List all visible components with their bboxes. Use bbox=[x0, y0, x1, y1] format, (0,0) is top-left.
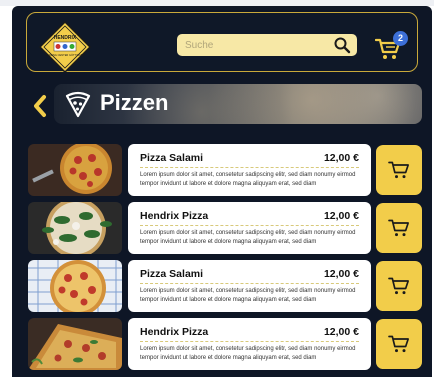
cart-icon bbox=[388, 277, 409, 295]
card-divider bbox=[140, 283, 359, 284]
product-card[interactable]: Pizza Salami 12,00 € Lorem ipsum dolor s… bbox=[128, 260, 371, 312]
back-chevron-icon[interactable] bbox=[32, 94, 48, 118]
category-banner: Pizzen bbox=[54, 84, 422, 124]
product-name: Pizza Salami bbox=[140, 152, 204, 164]
app-screen: HENDRIX KARLING CENTER GÖTTINGEN 2 bbox=[12, 6, 432, 377]
search-bar bbox=[177, 34, 357, 56]
product-price: 12,00 € bbox=[323, 152, 359, 164]
product-image[interactable] bbox=[28, 144, 122, 196]
product-image[interactable] bbox=[28, 260, 122, 312]
product-row: Pizza Salami 12,00 € Lorem ipsum dolor s… bbox=[28, 144, 428, 196]
search-input[interactable] bbox=[177, 35, 327, 55]
add-to-cart-button[interactable] bbox=[376, 261, 422, 311]
pizza-salami-image bbox=[28, 144, 122, 196]
cart-count-badge: 2 bbox=[393, 31, 408, 46]
header-bar: HENDRIX KARLING CENTER GÖTTINGEN 2 bbox=[26, 12, 418, 73]
hendrix-pizza-image bbox=[28, 318, 122, 370]
cart-icon bbox=[388, 219, 409, 237]
product-price: 12,00 € bbox=[323, 326, 359, 338]
product-row: Hendrix Pizza 12,00 € Lorem ipsum dolor … bbox=[28, 202, 428, 254]
product-price: 12,00 € bbox=[323, 268, 359, 280]
product-row: Hendrix Pizza 12,00 € Lorem ipsum dolor … bbox=[28, 318, 428, 370]
logo-text: HENDRIX bbox=[54, 35, 77, 41]
card-divider bbox=[140, 341, 359, 342]
logo-subtext: KARLING CENTER GÖTTINGEN bbox=[46, 53, 85, 57]
logo-diamond-icon: HENDRIX KARLING CENTER GÖTTINGEN bbox=[39, 21, 91, 73]
product-row: Pizza Salami 12,00 € Lorem ipsum dolor s… bbox=[28, 260, 428, 312]
product-image[interactable] bbox=[28, 318, 122, 370]
add-to-cart-button[interactable] bbox=[376, 319, 422, 369]
product-description: Lorem ipsum dolor sit amet, consetetur s… bbox=[140, 346, 356, 361]
card-divider bbox=[140, 225, 359, 226]
pizza-slice-icon bbox=[65, 91, 91, 118]
product-card[interactable]: Hendrix Pizza 12,00 € Lorem ipsum dolor … bbox=[128, 202, 371, 254]
brand-logo[interactable]: HENDRIX KARLING CENTER GÖTTINGEN bbox=[39, 21, 91, 73]
card-divider bbox=[140, 167, 359, 168]
product-image[interactable] bbox=[28, 202, 122, 254]
product-description: Lorem ipsum dolor sit amet, consetetur s… bbox=[140, 172, 356, 187]
add-to-cart-button[interactable] bbox=[376, 145, 422, 195]
hendrix-pizza-image bbox=[28, 202, 122, 254]
add-to-cart-button[interactable] bbox=[376, 203, 422, 253]
product-name: Hendrix Pizza bbox=[140, 326, 209, 338]
product-description: Lorem ipsum dolor sit amet, consetetur s… bbox=[140, 288, 356, 303]
product-card[interactable]: Hendrix Pizza 12,00 € Lorem ipsum dolor … bbox=[128, 318, 371, 370]
product-price: 12,00 € bbox=[323, 210, 359, 222]
search-icon[interactable] bbox=[333, 36, 351, 54]
pizza-salami-image bbox=[28, 260, 122, 312]
product-name: Pizza Salami bbox=[140, 268, 204, 280]
product-description: Lorem ipsum dolor sit amet, consetetur s… bbox=[140, 230, 356, 245]
cart-icon bbox=[388, 335, 409, 353]
product-name: Hendrix Pizza bbox=[140, 210, 209, 222]
cart-icon bbox=[388, 161, 409, 179]
category-title: Pizzen bbox=[100, 90, 169, 115]
product-card[interactable]: Pizza Salami 12,00 € Lorem ipsum dolor s… bbox=[128, 144, 371, 196]
